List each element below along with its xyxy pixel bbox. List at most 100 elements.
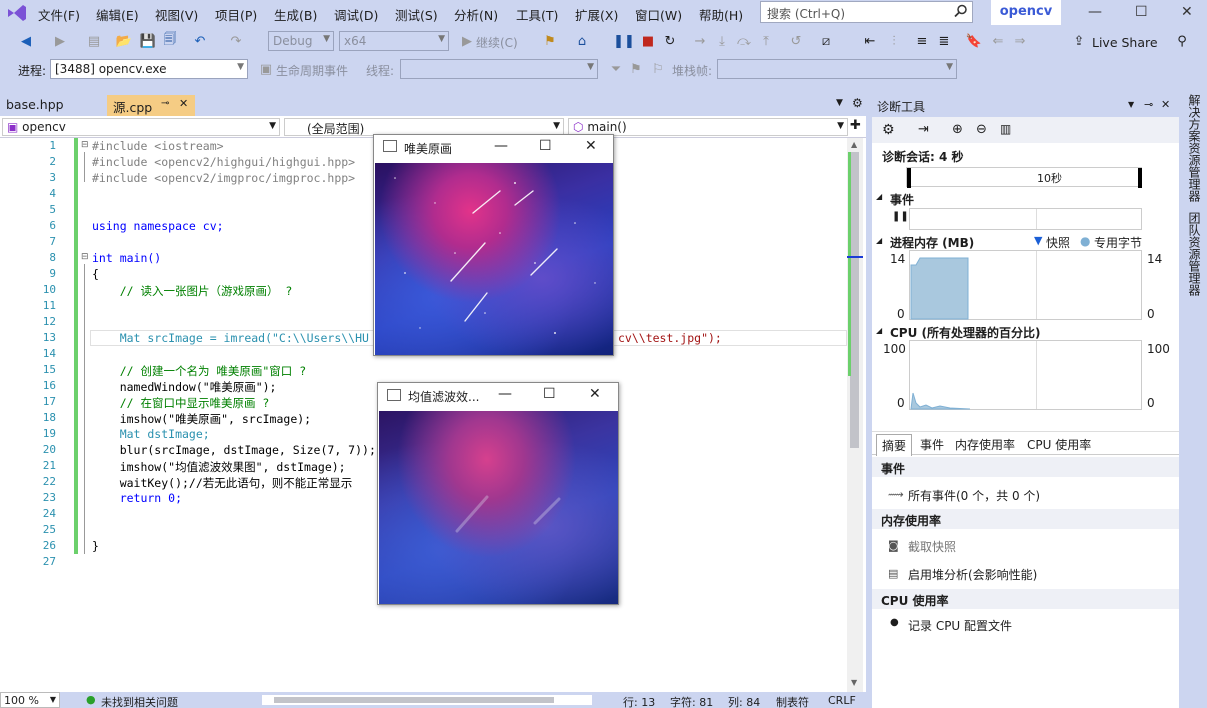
zoom-dropdown[interactable]: 100 % ▼ bbox=[0, 692, 60, 708]
menu-tools[interactable]: 工具(T) bbox=[516, 5, 558, 24]
timeline-handle-start[interactable] bbox=[907, 168, 911, 188]
solution-name-badge[interactable]: opencv bbox=[991, 0, 1061, 25]
chart-icon[interactable]: ▥ bbox=[1000, 122, 1011, 136]
breakpoints-icon[interactable]: ⧄ bbox=[816, 31, 836, 51]
redo-icon[interactable]: ↷ bbox=[226, 31, 246, 51]
timeline-handle-end[interactable] bbox=[1138, 168, 1142, 188]
minimize-icon[interactable]: — bbox=[1088, 4, 1102, 20]
uncomment-icon[interactable]: ≣ bbox=[934, 31, 954, 51]
blur-result-window[interactable]: 均值滤波效... — ☐ ✕ bbox=[377, 382, 619, 605]
scroll-down-icon[interactable]: ▼ bbox=[851, 678, 857, 687]
flag-off-icon[interactable]: ⚐ bbox=[648, 59, 668, 79]
timeline-ruler[interactable]: 10秒 bbox=[906, 167, 1142, 188]
issues-status[interactable]: 未找到相关问题 bbox=[101, 694, 178, 708]
tab-summary[interactable]: 摘要 bbox=[876, 434, 913, 456]
menu-analyze[interactable]: 分析(N) bbox=[454, 5, 498, 24]
browser-icon[interactable]: ⌂ bbox=[572, 31, 592, 51]
feedback-icon[interactable]: ⚲ bbox=[1172, 31, 1192, 51]
visual-studio-logo-icon[interactable] bbox=[6, 3, 28, 26]
menu-help[interactable]: 帮助(H) bbox=[699, 5, 743, 24]
collapse-icon[interactable]: ⊟ bbox=[81, 140, 89, 150]
tab-dropdown-icon[interactable]: ▼ bbox=[836, 98, 843, 108]
lifecycle-icon[interactable]: ▣ bbox=[256, 59, 276, 79]
filter-icon[interactable]: ⏷ bbox=[606, 59, 626, 79]
menu-file[interactable]: 文件(F) bbox=[38, 5, 80, 24]
collapse-icon[interactable]: ◢ bbox=[876, 236, 882, 245]
open-file-icon[interactable]: 📂 bbox=[114, 31, 134, 51]
minimize-icon[interactable]: — bbox=[494, 138, 508, 154]
settings-icon[interactable]: ⚙ bbox=[882, 122, 895, 138]
bookmark-icon[interactable]: 🔖 bbox=[964, 31, 984, 51]
platform-dropdown[interactable]: x64 ▼ bbox=[339, 31, 449, 51]
heap-analysis-button[interactable]: 启用堆分析(会影响性能) bbox=[908, 566, 1037, 583]
pause-icon[interactable]: ❚❚ bbox=[892, 211, 909, 222]
close-icon[interactable]: ✕ bbox=[585, 138, 597, 154]
split-icon[interactable]: ✚ bbox=[850, 118, 861, 133]
menu-extensions[interactable]: 扩展(X) bbox=[575, 5, 618, 24]
line-ending[interactable]: CRLF bbox=[828, 694, 856, 707]
menu-project[interactable]: 项目(P) bbox=[215, 5, 257, 24]
save-icon[interactable]: 💾 bbox=[138, 31, 158, 51]
close-icon[interactable]: ✕ bbox=[589, 386, 601, 402]
stop-icon[interactable]: ■ bbox=[638, 31, 658, 51]
record-cpu-profile-button[interactable]: 记录 CPU 配置文件 bbox=[908, 617, 1012, 634]
scrollbar-thumb[interactable] bbox=[274, 697, 554, 703]
solution-explorer-tab[interactable]: 解决方案资源管理器 bbox=[1186, 94, 1203, 202]
continue-icon[interactable]: ▶ bbox=[457, 31, 477, 51]
scroll-up-icon[interactable]: ▲ bbox=[851, 140, 857, 149]
continue-button[interactable]: 继续(C) bbox=[476, 34, 518, 51]
search-icon[interactable] bbox=[954, 4, 968, 21]
original-image-window[interactable]: 唯美原画 — ☐ ✕ bbox=[373, 134, 614, 356]
maximize-icon[interactable]: ☐ bbox=[1135, 4, 1148, 20]
window-titlebar[interactable]: 唯美原画 — ☐ ✕ bbox=[374, 135, 613, 160]
search-input[interactable]: 搜索 (Ctrl+Q) bbox=[760, 1, 973, 23]
step-out-icon[interactable]: ⤒ bbox=[756, 31, 776, 51]
hex-display-icon[interactable]: ⇤ bbox=[860, 31, 880, 51]
tab-source-cpp[interactable]: 源.cpp ⊸ ✕ bbox=[107, 95, 195, 116]
collapse-icon[interactable]: ◢ bbox=[876, 326, 882, 335]
pin-icon[interactable]: ⊸ bbox=[1144, 98, 1153, 111]
close-icon[interactable]: ✕ bbox=[179, 97, 188, 110]
flag-icon[interactable]: ⚑ bbox=[626, 59, 646, 79]
undo-icon[interactable]: ↶ bbox=[190, 31, 210, 51]
menu-view[interactable]: 视图(V) bbox=[155, 5, 198, 24]
collapse-icon[interactable]: ⊟ bbox=[81, 252, 89, 262]
window-titlebar[interactable]: 均值滤波效... — ☐ ✕ bbox=[378, 383, 618, 408]
menu-debug[interactable]: 调试(D) bbox=[334, 5, 378, 24]
minimize-icon[interactable]: — bbox=[498, 386, 512, 402]
lifecycle-events-button[interactable]: 生命周期事件 bbox=[276, 62, 348, 79]
menu-build[interactable]: 生成(B) bbox=[274, 5, 317, 24]
next-bookmark-icon[interactable]: ⇒ bbox=[1010, 31, 1030, 51]
tab-memory-usage[interactable]: 内存使用率 bbox=[955, 436, 1015, 453]
stack-frame-dropdown[interactable]: ▼ bbox=[717, 59, 957, 79]
take-snapshot-button[interactable]: 截取快照 bbox=[908, 538, 956, 555]
pause-icon[interactable]: ❚❚ bbox=[613, 31, 635, 51]
live-share-icon[interactable]: ⇪ bbox=[1070, 31, 1088, 51]
menu-edit[interactable]: 编辑(E) bbox=[96, 5, 139, 24]
comment-icon[interactable]: ≡ bbox=[912, 31, 932, 51]
horizontal-scrollbar[interactable] bbox=[262, 695, 592, 705]
step-over-icon[interactable]: ⤼ bbox=[734, 31, 754, 51]
live-share-button[interactable]: Live Share bbox=[1092, 35, 1158, 50]
save-all-icon[interactable]: 🗐 bbox=[160, 31, 180, 51]
process-dropdown[interactable]: [3488] opencv.exe ▼ bbox=[50, 59, 248, 79]
zoom-out-icon[interactable]: ⊖ bbox=[976, 122, 987, 137]
restart-icon[interactable]: ↻ bbox=[660, 31, 680, 51]
attach-icon[interactable]: ⚑ bbox=[540, 31, 560, 51]
step-into-icon[interactable]: ⤓ bbox=[712, 31, 732, 51]
prev-bookmark-icon[interactable]: ⇐ bbox=[988, 31, 1008, 51]
menu-test[interactable]: 测试(S) bbox=[395, 5, 438, 24]
maximize-icon[interactable]: ☐ bbox=[539, 138, 552, 154]
export-icon[interactable]: ⇥ bbox=[918, 122, 929, 137]
editor-scrollbar[interactable]: ▲ ▼ bbox=[847, 138, 863, 692]
config-dropdown[interactable]: Debug ▼ bbox=[268, 31, 334, 51]
forward-icon[interactable]: ▶ bbox=[50, 31, 70, 51]
scrollbar-thumb[interactable] bbox=[850, 152, 859, 448]
zoom-in-icon[interactable]: ⊕ bbox=[952, 122, 963, 137]
pin-icon[interactable]: ⊸ bbox=[161, 98, 169, 109]
tab-base-hpp[interactable]: base.hpp bbox=[0, 95, 106, 116]
tab-events[interactable]: 事件 bbox=[920, 436, 944, 453]
tab-cpu-usage[interactable]: CPU 使用率 bbox=[1027, 436, 1091, 453]
back-icon[interactable]: ◀ bbox=[16, 31, 36, 51]
project-dropdown[interactable]: ▣ opencv ▼ bbox=[2, 118, 280, 136]
